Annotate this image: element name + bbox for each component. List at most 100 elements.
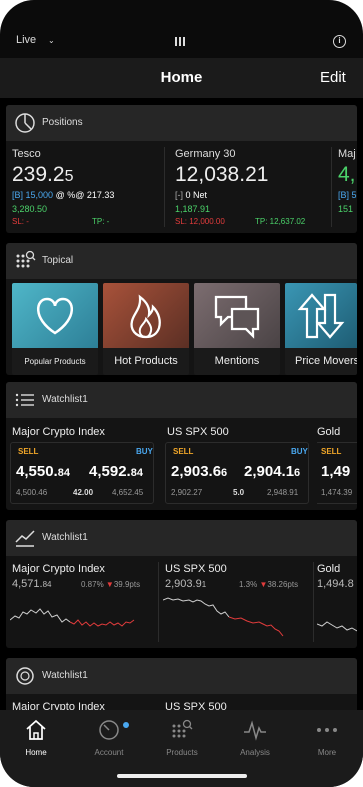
- low-value: 2,902.27: [171, 488, 203, 497]
- instrument-price: 1,494.8: [317, 578, 354, 590]
- position-name: Tesco: [12, 148, 41, 160]
- tile-label: Hot Products: [103, 348, 189, 375]
- tab-label: Account: [94, 748, 124, 757]
- account-icon: [99, 720, 119, 740]
- spread-value: 42.00: [73, 488, 94, 497]
- app-screen: Live ⌄ i Home Edit Positions Tesco 239.2…: [0, 0, 363, 787]
- sparkline-chart: [10, 608, 135, 627]
- home-scroll-area[interactable]: Positions Tesco 239.25 [B] 15,000 @ %@ 2…: [0, 98, 363, 710]
- topical-header[interactable]: Topical: [6, 243, 357, 279]
- position-tp: TP: -: [92, 217, 110, 226]
- watchlist-chart-card[interactable]: Major Crypto Index 4,571.84 0.87% ▼39.9p…: [6, 556, 156, 648]
- products-icon: [172, 719, 193, 738]
- pie-chart-icon: [15, 113, 35, 133]
- instrument-name: Major Crypto Index: [12, 426, 105, 438]
- info-icon[interactable]: i: [333, 35, 346, 48]
- positions-header[interactable]: Positions: [6, 105, 357, 141]
- sell-price-button[interactable]: 2,903.66: [171, 463, 227, 480]
- watchlist-chart-card[interactable]: Gold 1,494.8: [317, 556, 357, 648]
- sell-label: SELL: [173, 447, 194, 456]
- speech-bubbles-icon: [214, 295, 260, 339]
- nav-bar: Home Edit: [0, 58, 363, 98]
- home-indicator: [117, 774, 247, 778]
- notification-dot: [123, 722, 129, 728]
- position-pnl: 151: [338, 204, 354, 214]
- position-price: 4,: [338, 163, 356, 186]
- watchlist-title: Watchlist1: [42, 670, 88, 681]
- instrument-name: Major Crypto Index: [12, 563, 105, 575]
- position-price: 12,038.21: [175, 163, 269, 186]
- card-divider: [313, 562, 314, 642]
- position-price: 239.25: [12, 163, 74, 186]
- tab-label: Home: [25, 748, 47, 757]
- signal-bars-icon[interactable]: [175, 37, 185, 46]
- buy-label: BUY: [136, 447, 153, 456]
- instrument-name: US SPX 500: [167, 426, 229, 438]
- buy-price-button[interactable]: 4,592.84: [89, 463, 143, 480]
- watchlist-price-card[interactable]: Gold SELL 1,49 1,474.39: [317, 418, 357, 510]
- sell-price-button[interactable]: 4,550.84: [16, 463, 70, 480]
- positions-title: Positions: [42, 117, 83, 128]
- buy-price-button[interactable]: 2,904.16: [244, 463, 300, 480]
- position-card[interactable]: Germany 30 12,038.21 [-] 0 Net 1,187.91 …: [169, 141, 329, 233]
- home-icon: [26, 719, 46, 740]
- watchlist-chart-card[interactable]: US SPX 500 2,903.91 1.3% ▼38.26pts: [161, 556, 311, 648]
- card-divider: [331, 147, 332, 227]
- live-selector[interactable]: Live: [16, 34, 36, 46]
- edit-button[interactable]: Edit: [320, 69, 346, 86]
- instrument-name: Gold: [317, 426, 341, 438]
- sparkline-chart: [163, 597, 284, 637]
- tile-mentions[interactable]: Mentions: [194, 283, 280, 375]
- line-chart-icon: [15, 530, 35, 547]
- tab-label: Analysis: [240, 748, 270, 757]
- tile-image: [103, 283, 189, 348]
- instrument-change: 1.3% ▼38.26pts: [239, 580, 299, 589]
- instrument-name: Gold: [317, 563, 341, 575]
- watchlist-header[interactable]: Watchlist1: [6, 520, 357, 556]
- position-card[interactable]: Maj 4, [B] 5 151: [336, 141, 357, 233]
- position-card[interactable]: Tesco 239.25 [B] 15,000 @ %@ 217.33 3,28…: [6, 141, 164, 233]
- tile-price-movers[interactable]: Price Movers: [285, 283, 357, 375]
- instrument-name[interactable]: US SPX 500: [165, 701, 227, 710]
- position-details: [B] 15,000 @ %@ 217.33: [12, 190, 115, 200]
- chevron-down-icon[interactable]: ⌄: [48, 36, 55, 45]
- position-name: Germany 30: [175, 148, 236, 160]
- instrument-price: 4,571.84: [12, 578, 52, 590]
- watchlist-price-card[interactable]: Major Crypto Index SELL BUY 4,550.84 4,5…: [6, 418, 158, 510]
- status-bar: Live ⌄ i: [0, 28, 363, 54]
- high-value: 2,948.91: [267, 488, 299, 497]
- low-value: 1,474.39: [321, 488, 353, 497]
- more-icon: [317, 728, 337, 732]
- watchlist-header[interactable]: Watchlist1: [6, 382, 357, 418]
- instrument-name: US SPX 500: [165, 563, 227, 575]
- sell-price-button[interactable]: 1,49: [321, 463, 350, 480]
- flame-icon: [130, 294, 161, 339]
- position-sl: SL: 12,000.00: [175, 217, 225, 226]
- watchlist-price-card[interactable]: US SPX 500 SELL BUY 2,903.66 2,904.16 2,…: [163, 418, 315, 510]
- instrument-change: 0.87% ▼39.9pts: [81, 580, 141, 589]
- tile-image: [12, 283, 98, 348]
- positions-section: Positions Tesco 239.25 [B] 15,000 @ %@ 2…: [6, 105, 357, 233]
- position-pnl: 1,187.91: [175, 204, 211, 214]
- tab-label: More: [317, 748, 337, 757]
- high-value: 4,652.45: [112, 488, 144, 497]
- tile-label: Mentions: [194, 348, 280, 375]
- tile-label: Price Movers: [285, 348, 357, 375]
- analysis-icon: [244, 720, 266, 741]
- spread-value: 5.0: [233, 488, 245, 497]
- watchlist-header[interactable]: Watchlist1: [6, 658, 357, 694]
- refresh-circle-icon: [16, 667, 34, 685]
- position-details: [B] 5: [338, 190, 357, 200]
- watchlist-third-section: Watchlist1 Major Crypto Index US SPX 500: [6, 658, 357, 710]
- card-divider: [158, 562, 159, 642]
- instrument-name[interactable]: Major Crypto Index: [12, 701, 105, 710]
- products-grid-icon: [16, 250, 36, 268]
- sell-label: SELL: [321, 447, 342, 456]
- tile-image: [285, 283, 357, 348]
- watchlist-title: Watchlist1: [42, 394, 88, 405]
- sparkline-chart: [317, 621, 357, 632]
- sell-label: SELL: [18, 447, 39, 456]
- tile-hot-products[interactable]: Hot Products: [103, 283, 189, 375]
- position-tp: TP: 12,637.02: [255, 217, 306, 226]
- tile-popular-products[interactable]: Popular Products: [12, 283, 98, 375]
